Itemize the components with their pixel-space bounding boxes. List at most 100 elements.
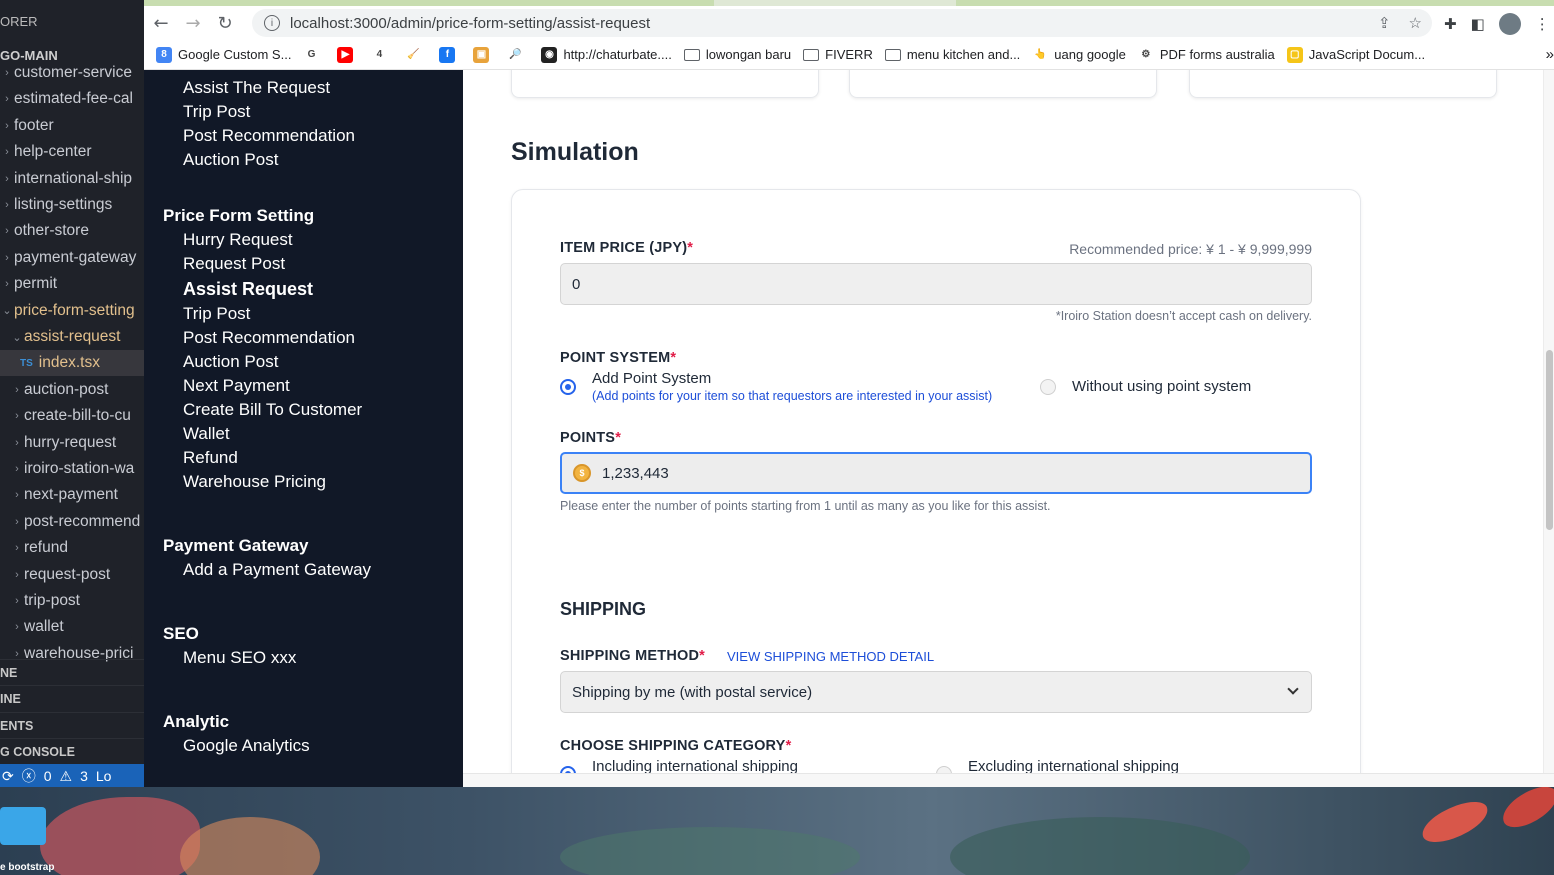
- explorer-item[interactable]: › estimated-fee-cal: [0, 86, 144, 112]
- explorer-item[interactable]: › payment-gateway: [0, 245, 144, 271]
- reload-icon[interactable]: ↻: [210, 8, 240, 38]
- sidebar-item[interactable]: Menu SEO xxx: [183, 648, 296, 668]
- address-bar[interactable]: i localhost:3000/admin/price-form-settin…: [252, 9, 1432, 37]
- sidebar-item[interactable]: Trip Post: [183, 102, 250, 122]
- bookmark-item[interactable]: 👆 uang google: [1032, 46, 1126, 63]
- bookmark-item[interactable]: 🧹: [405, 46, 427, 63]
- summary-card: [1189, 70, 1497, 98]
- bookmark-favicon-icon: ▣: [473, 46, 490, 63]
- url-text[interactable]: localhost:3000/admin/price-form-setting/…: [290, 15, 650, 32]
- explorer-item[interactable]: › international-ship: [0, 166, 144, 192]
- bookmark-item[interactable]: f: [439, 46, 461, 63]
- sidebar-item[interactable]: Wallet: [183, 424, 230, 444]
- back-icon[interactable]: ←: [146, 8, 176, 38]
- radio-add-point-system[interactable]: [560, 379, 576, 395]
- including-international-label[interactable]: Including international shipping: [592, 758, 798, 773]
- bookmark-item[interactable]: ▶: [337, 46, 359, 63]
- forward-icon[interactable]: →: [178, 8, 208, 38]
- sidebar-item[interactable]: Auction Post: [183, 150, 278, 170]
- scrollbar-thumb[interactable]: [1546, 350, 1553, 530]
- points-input[interactable]: $ 1,233,443: [560, 452, 1312, 494]
- chevron-right-icon: ›: [5, 67, 9, 79]
- bookmark-favicon-icon: 👆: [1032, 46, 1049, 63]
- sidebar-item[interactable]: Assist The Request: [183, 78, 330, 98]
- explorer-item[interactable]: › hurry-request: [0, 430, 144, 456]
- explorer-item[interactable]: › auction-post: [0, 377, 144, 403]
- bookmarks-more-icon[interactable]: »: [1546, 46, 1554, 63]
- sidebar-item[interactable]: Google Analytics: [183, 736, 310, 756]
- sidebar-item[interactable]: Create Bill To Customer: [183, 400, 362, 420]
- explorer-item[interactable]: ⌄ price-form-setting: [0, 298, 144, 324]
- sidebar-item[interactable]: Hurry Request: [183, 230, 293, 250]
- explorer-item[interactable]: › footer: [0, 113, 144, 139]
- without-point-system-label[interactable]: Without using point system: [1072, 378, 1251, 395]
- explorer-item[interactable]: › iroiro-station-wa: [0, 456, 144, 482]
- radio-excluding-international[interactable]: [936, 766, 952, 773]
- explorer-section-header[interactable]: INE: [0, 685, 144, 711]
- vertical-scrollbar[interactable]: [1543, 70, 1554, 773]
- horizontal-scrollbar[interactable]: [463, 773, 1554, 787]
- bookmark-item[interactable]: ▣: [473, 46, 495, 63]
- desktop-folder-icon[interactable]: [0, 807, 46, 845]
- bookmark-item[interactable]: ▢ JavaScript Docum...: [1286, 46, 1425, 63]
- sidebar-item[interactable]: Post Recommendation: [183, 126, 355, 146]
- bookmark-item[interactable]: FIVERR: [803, 47, 873, 62]
- item-price-input[interactable]: 0: [560, 263, 1312, 305]
- explorer-section-header[interactable]: NE: [0, 659, 144, 685]
- profile-avatar[interactable]: [1498, 13, 1521, 35]
- sidebar-item[interactable]: Add a Payment Gateway: [183, 560, 371, 580]
- bookmark-item[interactable]: 🔎: [507, 46, 529, 63]
- sidebar-item[interactable]: Refund: [183, 448, 238, 468]
- sidebar-item[interactable]: Assist Request: [183, 279, 313, 300]
- add-point-system-label[interactable]: Add Point System: [592, 370, 711, 387]
- bookmark-item[interactable]: ⚙ PDF forms australia: [1137, 46, 1275, 63]
- bookmark-item[interactable]: G: [303, 46, 325, 63]
- sidebar-item[interactable]: Trip Post: [183, 304, 250, 324]
- explorer-item[interactable]: › create-bill-to-cu: [0, 403, 144, 429]
- explorer-item[interactable]: › refund: [0, 535, 144, 561]
- bookmark-item[interactable]: lowongan baru: [683, 47, 791, 62]
- explorer-item[interactable]: › trip-post: [0, 588, 144, 614]
- bookmark-item[interactable]: menu kitchen and...: [884, 47, 1020, 62]
- explorer-item[interactable]: › wallet: [0, 614, 144, 640]
- extensions-icon[interactable]: ✚: [1444, 15, 1457, 33]
- chevron-right-icon: ›: [15, 568, 19, 581]
- warning-icon[interactable]: ⚠: [60, 768, 73, 785]
- live-share-label[interactable]: Lo: [96, 768, 112, 784]
- sidebar-item[interactable]: Request Post: [183, 254, 285, 274]
- site-info-icon[interactable]: i: [264, 15, 280, 31]
- explorer-item[interactable]: › listing-settings: [0, 192, 144, 218]
- explorer-item[interactable]: ⌄ assist-request: [0, 324, 144, 350]
- explorer-item[interactable]: › customer-service: [0, 60, 144, 86]
- shipping-method-select[interactable]: Shipping by me (with postal service): [560, 671, 1312, 713]
- chevron-right-icon: ›: [15, 647, 19, 660]
- share-icon[interactable]: ⇪: [1378, 14, 1391, 32]
- side-panel-icon[interactable]: ◧: [1471, 15, 1485, 33]
- bookmark-item[interactable]: 8 Google Custom S...: [156, 46, 291, 63]
- error-icon[interactable]: ⓧ: [22, 766, 36, 786]
- chevron-down-icon: ⌄: [2, 305, 12, 318]
- explorer-item[interactable]: › post-recommend: [0, 509, 144, 535]
- excluding-international-label[interactable]: Excluding international shipping: [968, 758, 1179, 773]
- explorer-item[interactable]: › request-post: [0, 562, 144, 588]
- explorer-section-header[interactable]: ENTS: [0, 712, 144, 738]
- sync-icon[interactable]: ⟳: [2, 768, 14, 785]
- explorer-item[interactable]: › permit: [0, 271, 144, 297]
- explorer-item[interactable]: › other-store: [0, 218, 144, 244]
- explorer-item[interactable]: › help-center: [0, 139, 144, 165]
- sidebar-item[interactable]: Auction Post: [183, 352, 278, 372]
- sidebar-item[interactable]: Next Payment: [183, 376, 290, 396]
- sidebar-item[interactable]: Post Recommendation: [183, 328, 355, 348]
- bookmark-star-icon[interactable]: ☆: [1409, 14, 1422, 32]
- view-shipping-method-detail-link[interactable]: VIEW SHIPPING METHOD DETAIL: [727, 649, 934, 664]
- simulation-card: ITEM PRICE (JPY)* Recommended price: ¥ 1…: [511, 189, 1361, 773]
- explorer-section-header[interactable]: G CONSOLE: [0, 738, 144, 764]
- explorer-item[interactable]: › next-payment: [0, 482, 144, 508]
- radio-including-international[interactable]: [560, 766, 576, 773]
- bookmark-item[interactable]: 4: [371, 46, 393, 63]
- menu-kebab-icon[interactable]: ⋮: [1535, 15, 1550, 33]
- radio-without-point-system[interactable]: [1040, 379, 1056, 395]
- sidebar-item[interactable]: Warehouse Pricing: [183, 472, 326, 492]
- bookmark-item[interactable]: ◉ http://chaturbate....: [541, 46, 672, 63]
- explorer-item[interactable]: TS index.tsx: [0, 350, 144, 377]
